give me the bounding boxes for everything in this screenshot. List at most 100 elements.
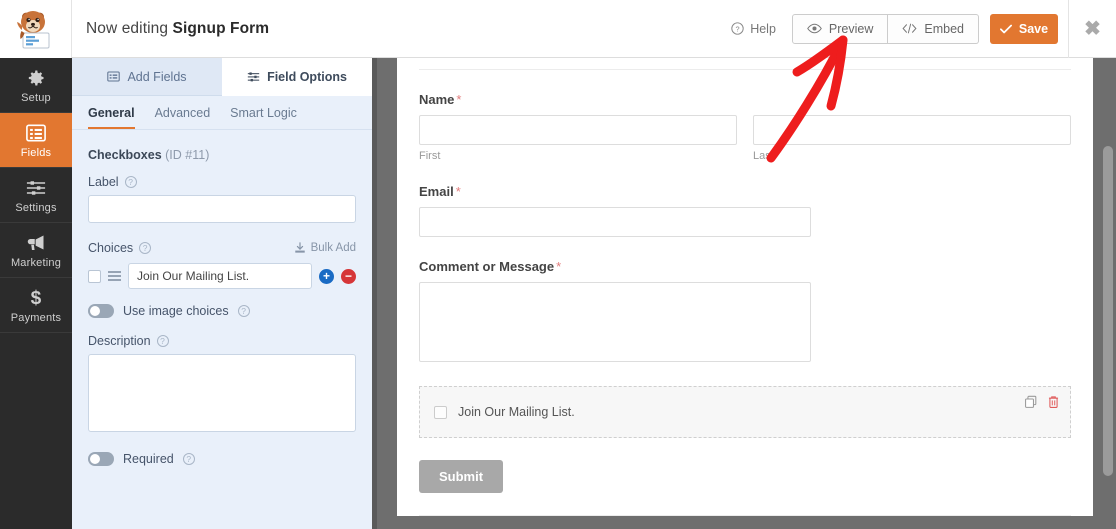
preview-field-comment[interactable]: Comment or Message * — [419, 259, 1071, 362]
choice-value-input[interactable]: Join Our Mailing List. — [128, 263, 312, 289]
sidebar-item-setup[interactable]: Setup — [0, 58, 72, 113]
preview-embed-group: Preview Embed — [791, 13, 979, 44]
sliders-icon — [26, 177, 46, 199]
tab-field-options[interactable]: Field Options — [222, 58, 372, 96]
first-name-sublabel: First — [419, 150, 441, 162]
wpforms-beaver-logo-icon — [16, 10, 49, 48]
add-fields-icon — [107, 71, 121, 82]
question-circle-icon[interactable]: ? — [237, 305, 250, 317]
close-builder-button[interactable]: ✖ — [1068, 0, 1116, 58]
tab-label: Add Fields — [127, 69, 187, 84]
sidebar-item-label: Payments — [10, 311, 62, 324]
question-circle-icon: ? — [731, 22, 744, 35]
required-asterisk: * — [456, 92, 462, 107]
megaphone-icon — [26, 232, 47, 254]
tab-add-fields[interactable]: Add Fields — [72, 58, 222, 96]
use-image-choices-label: Use image choices — [123, 304, 229, 318]
eye-icon — [807, 23, 822, 34]
name-last-column: Last — [753, 115, 1071, 162]
subtab-smart-logic[interactable]: Smart Logic — [230, 106, 297, 129]
bulk-add-button[interactable]: Bulk Add — [294, 242, 356, 254]
required-row: Required ? — [88, 452, 356, 466]
required-asterisk: * — [556, 259, 562, 274]
save-label: Save — [1018, 21, 1049, 36]
check-icon — [999, 24, 1012, 33]
preview-field-name[interactable]: Name * First Last — [419, 92, 1071, 162]
question-circle-icon[interactable]: ? — [156, 335, 169, 347]
drag-handle-icon[interactable] — [108, 271, 121, 281]
field-type-heading: Checkboxes (ID #11) — [88, 148, 356, 162]
page-title: Now editing Signup Form — [86, 20, 269, 38]
field-label-text: Name — [419, 92, 455, 107]
label-input[interactable] — [88, 195, 356, 223]
vertical-scrollbar-track[interactable] — [1100, 58, 1116, 529]
subtab-general[interactable]: General — [88, 106, 135, 129]
sidebar-item-marketing[interactable]: Marketing — [0, 223, 72, 278]
sidebar-item-label: Marketing — [10, 256, 62, 269]
sidebar-item-label: Setup — [21, 91, 51, 104]
dollar-sign-icon: $ — [28, 287, 44, 309]
field-label: Name * — [419, 92, 1071, 107]
choice-default-checkbox[interactable] — [88, 269, 101, 283]
description-option-row: Description ? — [88, 334, 356, 348]
form-bottom-divider — [419, 515, 1071, 516]
sidebar-item-payments[interactable]: $ Payments — [0, 278, 72, 333]
description-textarea[interactable] — [88, 354, 356, 432]
sidebar-item-label: Settings — [15, 201, 57, 214]
embed-button[interactable]: Embed — [888, 13, 979, 44]
label-option-title: Label — [88, 175, 119, 189]
sidebar-item-label: Fields — [20, 146, 52, 159]
panel-divider-shadow — [372, 58, 377, 529]
top-toolbar: Now editing Signup Form ? Help Preview E… — [0, 0, 1116, 58]
submit-button[interactable]: Submit — [419, 460, 504, 493]
preview-field-email[interactable]: Email * — [419, 184, 1071, 237]
label-option-row: Label ? — [88, 175, 356, 189]
required-label: Required — [123, 452, 174, 466]
choice-row: Join Our Mailing List. + − — [88, 263, 356, 289]
description-option-title: Description — [88, 334, 151, 348]
field-label-text: Email — [419, 184, 454, 199]
duplicate-icon[interactable] — [1024, 395, 1038, 409]
preview-field-checkboxes-selected[interactable]: Join Our Mailing List. — [419, 386, 1071, 438]
required-toggle[interactable] — [88, 452, 114, 466]
use-image-choices-toggle[interactable] — [88, 304, 114, 318]
bulk-add-label: Bulk Add — [310, 242, 356, 254]
field-type-name: Checkboxes — [88, 148, 162, 162]
svg-text:$: $ — [31, 288, 42, 308]
question-circle-icon[interactable]: ? — [139, 242, 152, 254]
form-name: Signup Form — [172, 19, 270, 37]
help-label: Help — [750, 21, 776, 36]
mailing-list-checkbox[interactable] — [434, 405, 447, 419]
builder-sidebar: Setup Fields Settings Marketing $ Paymen… — [0, 58, 72, 529]
field-options-panel: Add Fields Field Options General Advance… — [72, 58, 372, 529]
form-builder-window: Now editing Signup Form ? Help Preview E… — [0, 0, 1116, 529]
first-name-input[interactable] — [419, 115, 737, 145]
minus-circle-icon[interactable]: − — [341, 268, 356, 284]
last-name-input[interactable] — [753, 115, 1071, 145]
close-x-icon: ✖ — [1084, 17, 1101, 40]
title-prefix: Now editing — [86, 19, 169, 37]
sidebar-item-settings[interactable]: Settings — [0, 168, 72, 223]
save-button[interactable]: Save — [990, 13, 1058, 44]
question-circle-icon[interactable]: ? — [182, 453, 195, 465]
form-preview-area: Name * First Last Email * Comment or Mes… — [397, 58, 1093, 516]
vertical-scrollbar-thumb[interactable] — [1103, 146, 1113, 476]
trash-icon[interactable] — [1047, 395, 1060, 409]
help-button[interactable]: ? Help — [731, 22, 776, 36]
plus-circle-icon[interactable]: + — [319, 268, 334, 284]
field-options-icon — [247, 72, 260, 82]
comment-textarea[interactable] — [419, 282, 811, 362]
subtab-advanced[interactable]: Advanced — [155, 106, 211, 129]
choices-option-row: Choices ? Bulk Add — [88, 241, 356, 255]
panel-subtabs: General Advanced Smart Logic — [72, 96, 372, 130]
toolbar-actions: ? Help Preview Embed Save ✖ — [731, 0, 1116, 58]
form-preview-inner: Name * First Last Email * Comment or Mes… — [397, 69, 1093, 516]
question-circle-icon[interactable]: ? — [124, 176, 137, 188]
name-first-column: First — [419, 115, 737, 162]
email-input[interactable] — [419, 207, 811, 237]
field-tools — [1024, 395, 1060, 409]
preview-button[interactable]: Preview — [791, 13, 889, 44]
sidebar-item-fields[interactable]: Fields — [0, 113, 72, 168]
choices-option-title: Choices — [88, 241, 134, 255]
panel-body: Checkboxes (ID #11) Label ? Choices ? Bu… — [72, 130, 372, 466]
